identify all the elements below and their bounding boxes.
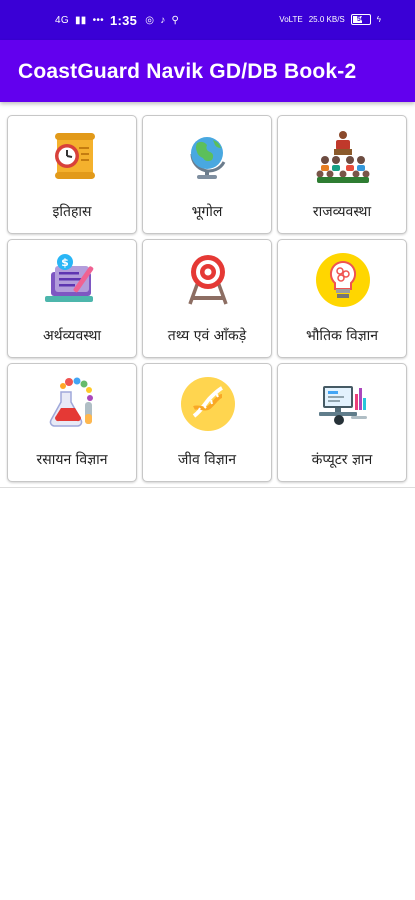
tile-computer[interactable]: कंप्यूटर ज्ञान — [277, 363, 407, 482]
network-type: 4G — [55, 14, 69, 26]
category-grid: इतिहास भूगोल राजव्यवस्था $ अर्थव्यवस्था … — [7, 115, 409, 482]
target-icon — [188, 255, 228, 305]
status-left: 4G ▮▮ ••• 1:35 ◎ ♪ ⚲ — [55, 13, 179, 28]
tile-label: रसायन विज्ञान — [36, 452, 108, 468]
tile-economy[interactable]: $ अर्थव्यवस्था — [7, 239, 137, 358]
tile-biology[interactable]: जीव विज्ञान — [142, 363, 272, 482]
status-right: VoLTE 25.0 KB/S 56 ϟ — [279, 14, 381, 25]
volte-label: VoLTE — [279, 15, 303, 24]
more-dots-icon: ••• — [92, 14, 104, 26]
lab-flask-icon — [49, 377, 93, 427]
tile-label: तथ्य एवं आँकड़े — [167, 328, 247, 344]
lightbulb-icon — [316, 253, 370, 307]
tile-label: इतिहास — [52, 204, 92, 220]
tile-label: अर्थव्यवस्था — [42, 328, 102, 344]
whatsapp-icon: ◎ — [145, 14, 155, 26]
scroll-clock-icon — [55, 133, 95, 179]
app-bar: CoastGuard Navik GD/DB Book-2 — [0, 40, 415, 102]
battery-icon: 56 — [350, 14, 371, 25]
dna-icon — [181, 377, 235, 431]
tile-label: भूगोल — [191, 204, 223, 220]
grid-bottom-divider — [0, 487, 415, 488]
tile-label: राजव्यवस्था — [312, 204, 372, 220]
tile-geography[interactable]: भूगोल — [142, 115, 272, 234]
status-bar: 4G ▮▮ ••• 1:35 ◎ ♪ ⚲ VoLTE 25.0 KB/S 56 … — [0, 0, 415, 40]
charging-icon: ϟ — [376, 15, 381, 24]
signal-icon: ▮▮ — [74, 14, 87, 26]
status-time: 1:35 — [109, 13, 138, 28]
svg-text:$: $ — [61, 256, 69, 269]
battery-level: 56 — [356, 16, 365, 23]
assembly-speaker-icon — [316, 131, 370, 183]
computer-icon — [319, 386, 367, 425]
usb-icon: ⚲ — [171, 14, 180, 26]
tile-chemistry[interactable]: रसायन विज्ञान — [7, 363, 137, 482]
tile-label: कंप्यूटर ज्ञान — [311, 452, 373, 468]
tile-physics[interactable]: भौतिक विज्ञान — [277, 239, 407, 358]
app-title: CoastGuard Navik GD/DB Book-2 — [18, 60, 357, 83]
tile-label: भौतिक विज्ञान — [305, 328, 379, 344]
notification-bell-icon: ♪ — [160, 14, 166, 26]
tile-history[interactable]: इतिहास — [7, 115, 137, 234]
tile-label: जीव विज्ञान — [177, 452, 237, 468]
finance-document-icon: $ — [45, 254, 94, 302]
tile-polity[interactable]: राजव्यवस्था — [277, 115, 407, 234]
tile-facts-figures[interactable]: तथ्य एवं आँकड़े — [142, 239, 272, 358]
globe-icon — [190, 137, 226, 179]
data-speed: 25.0 KB/S — [308, 15, 345, 24]
